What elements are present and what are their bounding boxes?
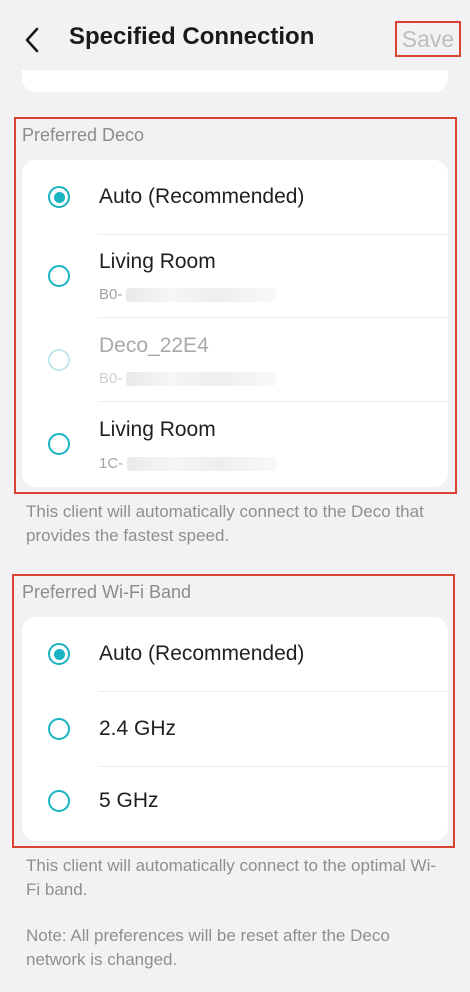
deco-option-auto[interactable]: Auto (Recommended): [22, 160, 448, 234]
mac-address: B0-: [99, 370, 277, 387]
option-label: 2.4 GHz: [99, 717, 177, 740]
deco-option-living-room-2[interactable]: Living Room 1C-: [22, 402, 448, 487]
radio-unchecked-icon[interactable]: [48, 790, 70, 812]
deco-option-deco-22e4: Deco_22E4 B0-: [22, 318, 448, 401]
radio-unchecked-icon[interactable]: [48, 265, 70, 287]
radio-unchecked-icon[interactable]: [48, 433, 70, 455]
band-option-auto[interactable]: Auto (Recommended): [22, 617, 448, 691]
radio-checked-icon[interactable]: [48, 643, 70, 665]
option-label: 5 GHz: [99, 789, 159, 812]
page-title: Specified Connection: [69, 23, 315, 50]
preferred-deco-card: Auto (Recommended) Living Room B0- Deco_…: [22, 160, 448, 487]
redacted-mac: [126, 288, 277, 303]
save-button[interactable]: Save: [395, 21, 461, 57]
radio-checked-icon[interactable]: [48, 186, 70, 208]
option-label: Deco_22E4: [99, 334, 209, 357]
radio-unchecked-icon[interactable]: [48, 718, 70, 740]
mac-address: 1C-: [99, 455, 278, 472]
preferred-deco-label: Preferred Deco: [22, 125, 145, 145]
preferred-deco-note: This client will automatically connect t…: [26, 502, 424, 545]
redacted-mac: [127, 457, 278, 472]
preferred-band-label: Preferred Wi-Fi Band: [22, 582, 192, 602]
redacted-mac: [126, 372, 277, 387]
option-label: Living Room: [99, 250, 216, 273]
preferred-band-note: This client will automatically connect t…: [26, 856, 437, 899]
option-label: Auto (Recommended): [99, 185, 305, 208]
footer-note: Note: All preferences will be reset afte…: [26, 926, 390, 969]
band-option-2-4ghz[interactable]: 2.4 GHz: [22, 692, 448, 766]
option-label: Living Room: [99, 418, 216, 441]
mac-address: B0-: [99, 286, 277, 303]
back-button[interactable]: [18, 22, 46, 58]
preferred-band-card: Auto (Recommended) 2.4 GHz 5 GHz: [22, 617, 448, 841]
deco-option-living-room-1[interactable]: Living Room B0-: [22, 235, 448, 317]
previous-card-bottom: [22, 70, 448, 92]
top-bar: Specified Connection Save: [0, 0, 470, 72]
radio-disabled-icon: [48, 349, 70, 371]
band-option-5ghz[interactable]: 5 GHz: [22, 767, 448, 841]
chevron-left-icon: [25, 27, 39, 53]
option-label: Auto (Recommended): [99, 642, 305, 665]
